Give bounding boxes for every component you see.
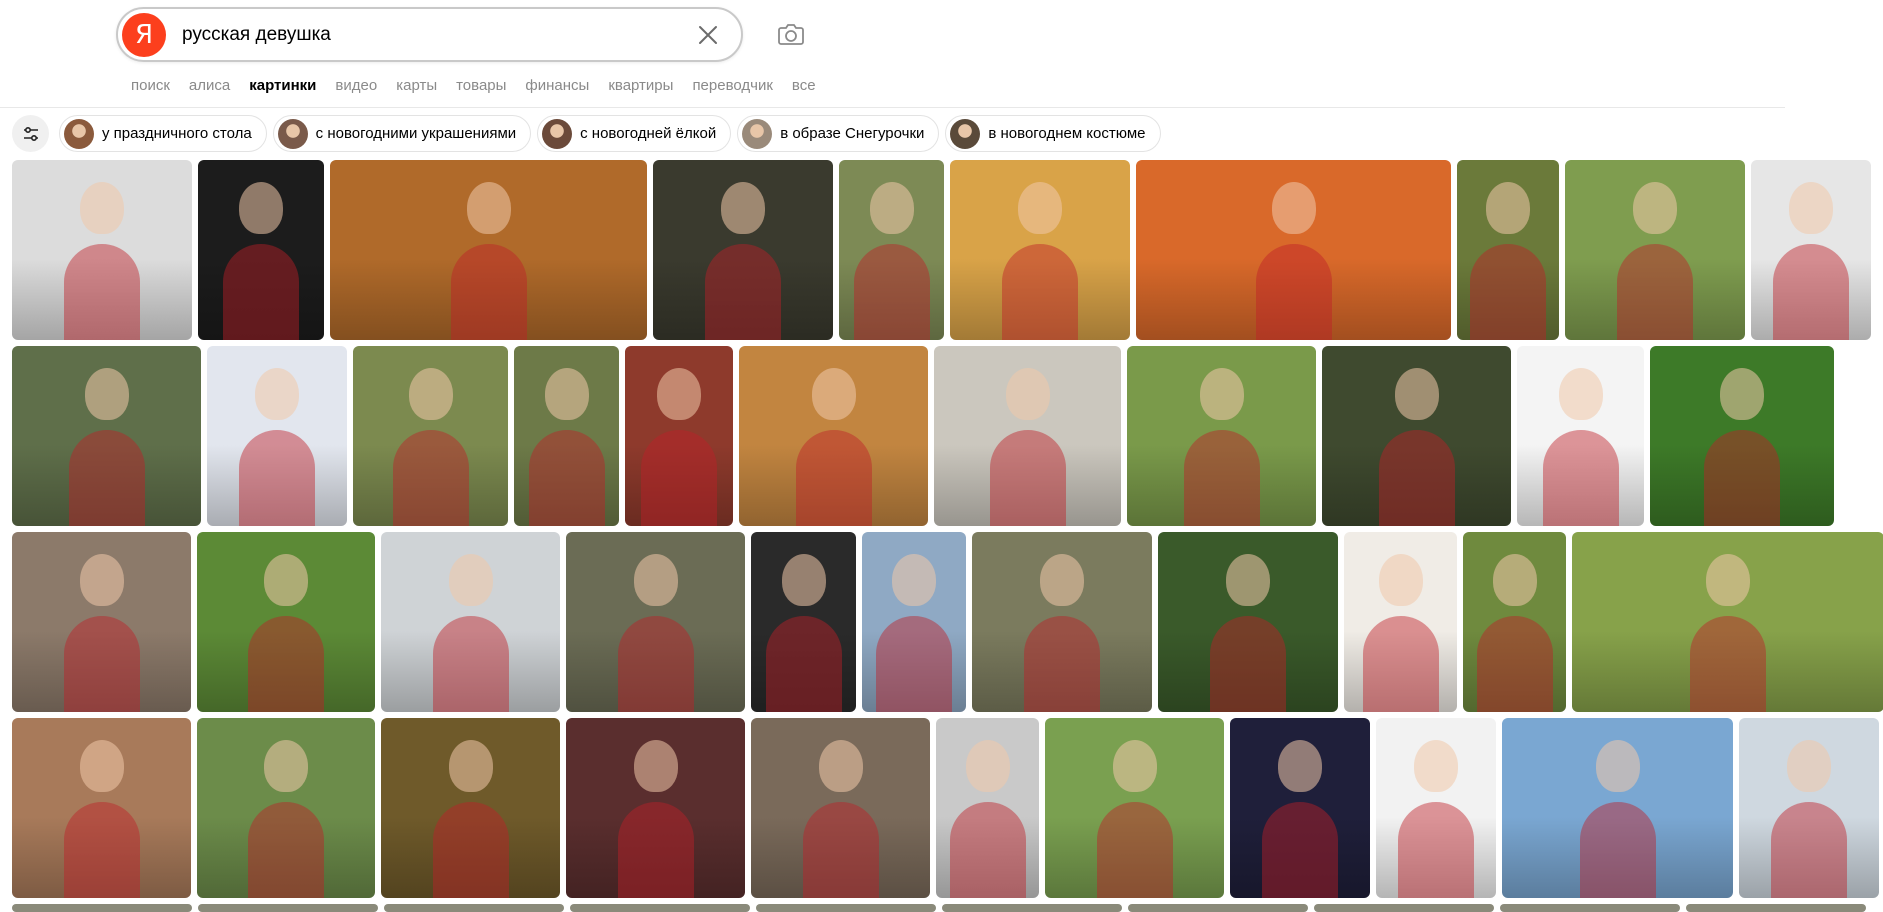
header-divider: [0, 107, 1785, 108]
image-result[interactable]: [1517, 346, 1644, 526]
image-result[interactable]: [197, 532, 375, 712]
image-result[interactable]: [1376, 718, 1496, 898]
chip-thumbnail: [742, 118, 773, 149]
image-result[interactable]: [12, 532, 191, 712]
tab-5[interactable]: товары: [456, 76, 506, 98]
search-tabs: поиск алиса картинки видео карты товары финанс…: [131, 76, 835, 98]
image-result[interactable]: [207, 346, 347, 526]
results-row: [12, 718, 1879, 898]
chip-label: в образе Снегурочки: [780, 125, 925, 142]
image-result[interactable]: [1136, 160, 1451, 340]
image-result[interactable]: [1739, 718, 1879, 898]
image-results-grid: [12, 160, 1883, 912]
chip-thumbnail: [64, 118, 94, 149]
image-result[interactable]: [936, 718, 1039, 898]
search-box[interactable]: Я: [116, 7, 743, 62]
image-result[interactable]: [570, 904, 750, 912]
suggestion-chip[interactable]: в образе Снегурочки: [737, 115, 940, 152]
image-result[interactable]: [1650, 346, 1834, 526]
suggestion-chip[interactable]: с новогодней ёлкой: [537, 115, 732, 152]
results-row: [12, 346, 1874, 526]
image-result[interactable]: [381, 718, 560, 898]
image-result[interactable]: [862, 532, 966, 712]
image-result[interactable]: [12, 904, 192, 912]
image-result[interactable]: [198, 904, 378, 912]
chip-label: в новогоднем костюме: [988, 125, 1146, 142]
image-result[interactable]: [1565, 160, 1745, 340]
chip-thumbnail: [277, 118, 308, 149]
sliders-icon: [23, 126, 38, 141]
image-result[interactable]: [1230, 718, 1370, 898]
camera-icon: [778, 24, 804, 45]
tab-9[interactable]: все: [792, 76, 816, 98]
image-result[interactable]: [751, 718, 930, 898]
image-result[interactable]: [12, 346, 201, 526]
suggestion-chip[interactable]: с новогодними украшениями: [272, 115, 532, 152]
image-result[interactable]: [751, 532, 856, 712]
tab-7[interactable]: квартиры: [608, 76, 673, 98]
chip-label: с новогодними украшениями: [315, 125, 517, 142]
chip-thumbnail: [542, 118, 573, 149]
suggestion-chip[interactable]: в новогоднем костюме: [945, 115, 1161, 152]
close-icon: [699, 26, 717, 44]
image-result[interactable]: [942, 904, 1122, 912]
image-result[interactable]: [653, 160, 833, 340]
image-result[interactable]: [1572, 532, 1883, 712]
image-result[interactable]: [566, 718, 745, 898]
tab-2[interactable]: картинки: [249, 76, 316, 98]
clear-search-button[interactable]: [693, 20, 723, 50]
tab-3[interactable]: видео: [335, 76, 377, 98]
suggestion-chips: у праздничного стола с новогодними украше…: [12, 115, 1167, 152]
image-result[interactable]: [514, 346, 619, 526]
tab-4[interactable]: карты: [396, 76, 437, 98]
image-result[interactable]: [384, 904, 564, 912]
image-result[interactable]: [1344, 532, 1457, 712]
image-result[interactable]: [1158, 532, 1338, 712]
image-result[interactable]: [198, 160, 324, 340]
image-result[interactable]: [625, 346, 733, 526]
results-row: [12, 160, 1874, 340]
tab-0[interactable]: поиск: [131, 76, 170, 98]
results-row: [12, 904, 1874, 912]
search-input[interactable]: [182, 23, 652, 46]
tab-6[interactable]: финансы: [525, 76, 589, 98]
image-result[interactable]: [566, 532, 745, 712]
image-result[interactable]: [1500, 904, 1680, 912]
image-result[interactable]: [353, 346, 508, 526]
image-result[interactable]: [934, 346, 1121, 526]
results-row: [12, 532, 1883, 712]
chip-thumbnail: [950, 118, 981, 149]
tab-1[interactable]: алиса: [189, 76, 230, 98]
image-result[interactable]: [950, 160, 1130, 340]
image-result[interactable]: [1045, 718, 1224, 898]
yandex-logo[interactable]: Я: [122, 12, 166, 57]
image-result[interactable]: [1457, 160, 1559, 340]
image-result[interactable]: [1751, 160, 1871, 340]
image-result[interactable]: [839, 160, 944, 340]
image-result[interactable]: [756, 904, 936, 912]
image-search-button[interactable]: [775, 18, 807, 50]
image-result[interactable]: [1322, 346, 1511, 526]
image-result[interactable]: [1127, 346, 1316, 526]
image-result[interactable]: [12, 718, 191, 898]
image-result[interactable]: [1314, 904, 1494, 912]
filters-button[interactable]: [12, 115, 49, 152]
image-result[interactable]: [12, 160, 192, 340]
chip-label: у праздничного стола: [102, 125, 252, 142]
chip-label: с новогодней ёлкой: [580, 125, 717, 142]
image-result[interactable]: [1128, 904, 1308, 912]
image-result[interactable]: [972, 532, 1152, 712]
suggestion-chip[interactable]: у праздничного стола: [59, 115, 267, 152]
image-result[interactable]: [739, 346, 928, 526]
image-result[interactable]: [1463, 532, 1566, 712]
image-result[interactable]: [1502, 718, 1733, 898]
image-result[interactable]: [197, 718, 375, 898]
image-result[interactable]: [1686, 904, 1866, 912]
image-result[interactable]: [381, 532, 560, 712]
tab-8[interactable]: переводчик: [692, 76, 772, 98]
image-result[interactable]: [330, 160, 647, 340]
